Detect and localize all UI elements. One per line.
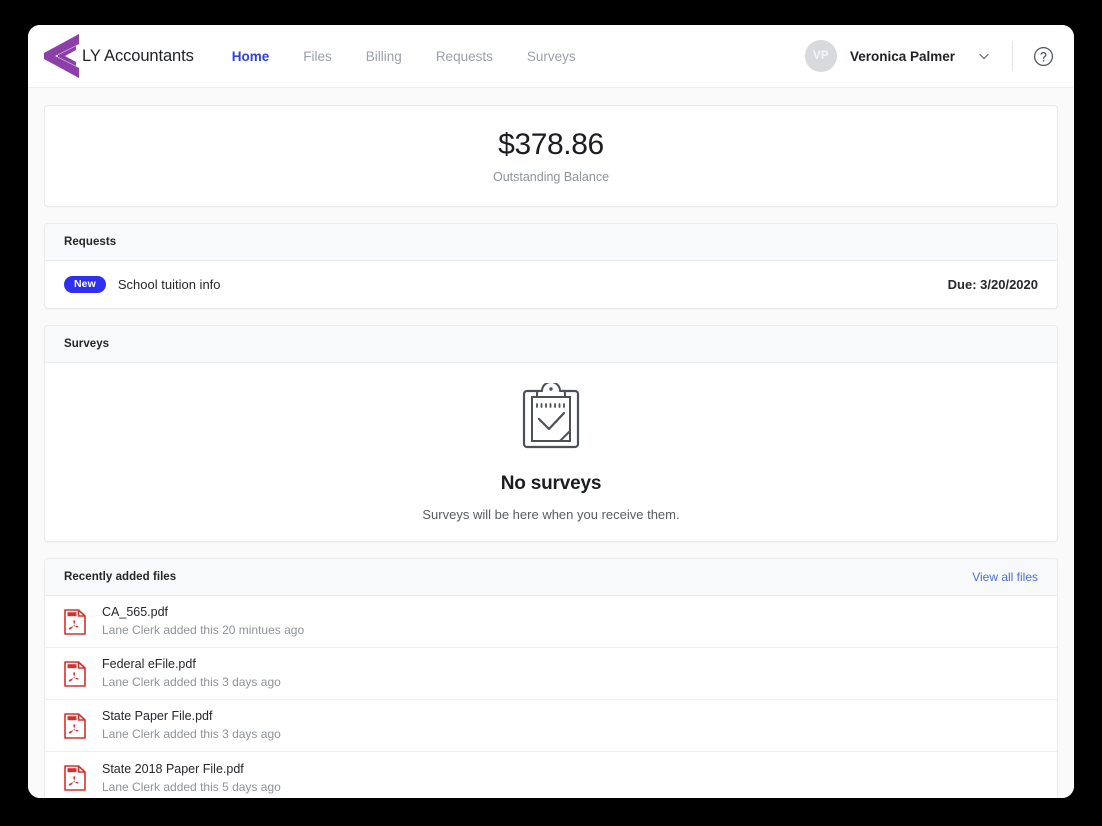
surveys-card-header: Surveys [45,326,1057,363]
pdf-file-icon [64,660,86,687]
file-name: State 2018 Paper File.pdf [102,761,244,776]
user-name: Veronica Palmer [849,48,955,64]
file-meta: Lane Clerk added this 20 mintues ago [102,623,305,638]
requests-title: Requests [64,236,117,248]
question-circle-icon[interactable] [1033,46,1054,67]
nav-item-surveys[interactable]: Surveys [527,49,576,64]
recent-files-title: Recently added files [64,571,177,583]
page-body: $378.86 Outstanding Balance Requests New… [28,88,1074,798]
brand-name: LY Accountants [82,46,194,65]
top-navigation-bar: LY Accountants Home Files Billing Reques… [28,25,1074,88]
top-bar-right: VP Veronica Palmer [804,40,1054,72]
file-text: CA_565.pdf Lane Clerk added this 20 mint… [102,604,304,639]
nav-item-requests[interactable]: Requests [436,49,493,64]
surveys-card: Surveys No surveys Surveys will be here … [44,325,1058,542]
clipboard-check-icon [522,382,580,448]
requests-card-header: Requests [45,224,1057,261]
chevron-down-icon[interactable] [977,49,991,63]
surveys-title: Surveys [64,338,110,350]
file-list-item[interactable]: State Paper File.pdf Lane Clerk added th… [45,700,1057,752]
file-list-item[interactable]: CA_565.pdf Lane Clerk added this 20 mint… [45,596,1057,648]
nav-item-home[interactable]: Home [232,49,270,64]
request-due-date: Due: 3/20/2020 [947,277,1038,292]
recent-files-card: Recently added files View all files CA_5… [44,558,1058,798]
file-meta: Lane Clerk added this 3 days ago [102,675,281,690]
main-nav: Home Files Billing Requests Surveys [232,49,576,64]
status-badge: New [64,275,106,294]
nav-item-billing[interactable]: Billing [366,49,402,64]
file-list-item[interactable]: State 2018 Paper File.pdf Lane Clerk add… [45,752,1057,798]
surveys-empty-subtitle: Surveys will be here when you receive th… [422,506,680,522]
file-list-item[interactable]: Federal eFile.pdf Lane Clerk added this … [45,648,1057,700]
pdf-file-icon [64,712,86,739]
request-title: School tuition info [117,277,221,292]
file-meta: Lane Clerk added this 3 days ago [102,727,281,742]
surveys-empty-state: No surveys Surveys will be here when you… [45,363,1057,541]
request-row[interactable]: New School tuition info Due: 3/20/2020 [45,261,1057,308]
requests-card: Requests New School tuition info Due: 3/… [44,223,1058,309]
file-name: State Paper File.pdf [102,709,213,724]
file-name: Federal eFile.pdf [102,657,196,672]
balance-label: Outstanding Balance [492,170,610,184]
divider [1012,41,1013,71]
avatar[interactable]: VP [804,40,837,72]
file-text: State 2018 Paper File.pdf Lane Clerk add… [102,761,281,796]
file-text: Federal eFile.pdf Lane Clerk added this … [102,656,281,691]
file-name: CA_565.pdf [102,605,169,620]
file-text: State Paper File.pdf Lane Clerk added th… [102,708,281,743]
surveys-empty-title: No surveys [500,472,602,494]
app-window: LY Accountants Home Files Billing Reques… [28,25,1074,798]
nav-item-files[interactable]: Files [303,49,332,64]
brand[interactable]: LY Accountants [41,33,194,79]
chevron-left-logo-icon [44,34,79,78]
pdf-file-icon [64,765,86,791]
recent-files-card-header: Recently added files View all files [45,559,1057,596]
file-meta: Lane Clerk added this 5 days ago [102,779,281,794]
balance-amount: $378.86 [498,128,604,161]
view-all-files-link[interactable]: View all files [972,570,1038,584]
pdf-file-icon [64,608,86,635]
outstanding-balance-card: $378.86 Outstanding Balance [44,105,1058,207]
